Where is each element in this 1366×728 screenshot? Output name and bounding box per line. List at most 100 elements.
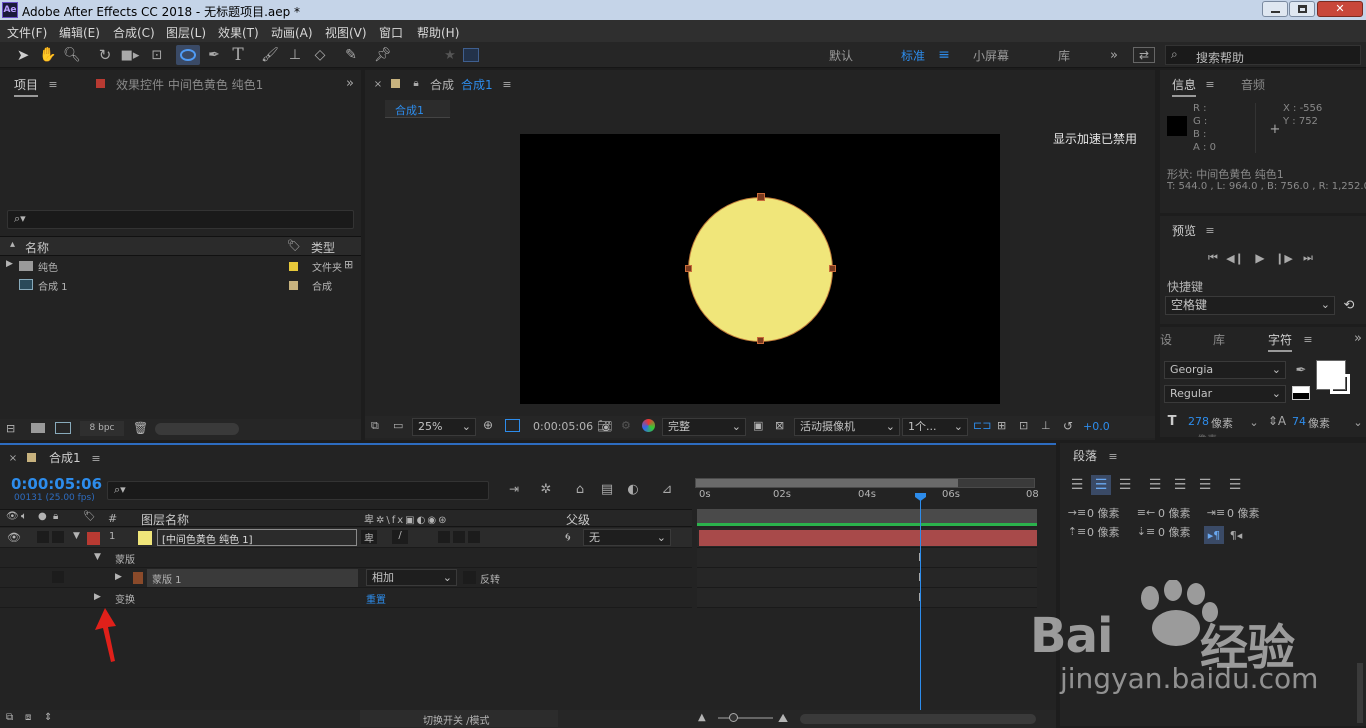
layer-duration-bar[interactable]: [699, 530, 1037, 546]
trash-icon[interactable]: 🗑︎: [133, 421, 148, 435]
audio-toggle[interactable]: [37, 531, 49, 543]
masks-group-row[interactable]: ▼ 蒙版: [0, 548, 692, 568]
first-line-indent-value[interactable]: 0 像素: [1227, 505, 1260, 521]
column-layer-name[interactable]: 图层名称: [141, 511, 189, 528]
font-size-value[interactable]: 278: [1188, 415, 1209, 428]
menu-effect[interactable]: 效果(T): [218, 24, 259, 41]
tab-preview[interactable]: 预览: [1172, 222, 1196, 239]
panel-menu-icon[interactable]: ≡: [90, 450, 102, 466]
transfer-controls-icon[interactable]: ⧈: [25, 712, 31, 723]
time-ruler[interactable]: 0s 02s 04s 06s 08: [695, 489, 1039, 509]
timeline-tab-label[interactable]: 合成1: [49, 449, 81, 466]
switch-slot[interactable]: [453, 531, 465, 543]
sync-settings-icon[interactable]: ⇄: [1133, 47, 1155, 63]
comp-flowchart-icon[interactable]: ⊡: [1019, 419, 1028, 432]
project-item-comp[interactable]: 合成 1 合成: [0, 276, 361, 295]
tab-paragraph[interactable]: 段落: [1073, 447, 1097, 464]
zoom-slider-thumb[interactable]: [729, 713, 738, 722]
justify-all-icon[interactable]: ☰: [1226, 477, 1244, 493]
zoom-out-icon[interactable]: ▲: [698, 712, 706, 723]
time-navigator[interactable]: [695, 478, 1035, 488]
new-composition-icon[interactable]: [55, 422, 71, 434]
tab-audio[interactable]: 音频: [1241, 76, 1265, 93]
play-icon[interactable]: ▶: [1252, 250, 1268, 266]
lock-icon[interactable]: 🔒︎: [410, 76, 422, 90]
collapse-arrow-icon[interactable]: ▼: [94, 552, 101, 562]
ellipse-tool-icon[interactable]: [176, 45, 200, 65]
tab-settings[interactable]: 设: [1160, 331, 1172, 348]
mask-color-swatch[interactable]: [133, 572, 143, 584]
maximize-button[interactable]: [1289, 1, 1315, 17]
camera-dropdown[interactable]: 活动摄像机 ⌄: [794, 418, 900, 436]
expand-arrow-icon[interactable]: ▶: [115, 572, 122, 582]
hide-shy-layers-icon[interactable]: ⌂: [571, 480, 589, 498]
toggle-mask-icon[interactable]: ▣: [753, 419, 763, 432]
camera-snapshot-icon[interactable]: 📷︎: [597, 419, 612, 433]
more-workspaces-icon[interactable]: »: [1106, 46, 1122, 64]
previous-frame-icon[interactable]: ◀❙: [1226, 250, 1244, 266]
search-help-field[interactable]: ⌕ 搜索帮助: [1165, 45, 1361, 65]
show-snapshot-icon[interactable]: ⚙: [621, 419, 631, 432]
close-tab-icon[interactable]: ×: [373, 78, 383, 90]
project-scrollbar[interactable]: [155, 423, 239, 435]
space-before-value[interactable]: 0 像素: [1087, 524, 1120, 540]
zoom-dropdown[interactable]: 25% ⌄: [412, 418, 476, 436]
project-search-field[interactable]: ⌕▾: [7, 210, 354, 229]
indent-right-value[interactable]: 0 像素: [1158, 505, 1191, 521]
flowchart-icon[interactable]: ⊞: [344, 258, 353, 271]
timeline-search-field[interactable]: ⌕▾: [107, 481, 489, 500]
project-item-folder[interactable]: ▶ 纯色 文件夹 ⊞: [0, 257, 361, 276]
mask-mode-dropdown[interactable]: 相加 ⌄: [366, 569, 457, 586]
transparency-grid-icon[interactable]: ⊠: [775, 419, 784, 432]
close-tab-icon[interactable]: ×: [8, 452, 18, 464]
justify-center-icon[interactable]: ☰: [1171, 477, 1189, 493]
composition-mini-flowchart-icon[interactable]: ⇥: [505, 480, 523, 498]
last-frame-icon[interactable]: ⏭: [1300, 250, 1316, 266]
workspace-small-screen[interactable]: 小屏幕: [973, 47, 1009, 64]
work-area-bar[interactable]: [697, 509, 1037, 523]
label-swatch[interactable]: [289, 281, 298, 290]
panel-menu-icon[interactable]: ≡: [501, 76, 513, 92]
collapse-arrow-icon[interactable]: ▼: [73, 531, 80, 541]
bpc-button[interactable]: 8 bpc: [80, 421, 124, 436]
comp-timecode[interactable]: 0:00:05:06: [533, 420, 593, 433]
justify-left-icon[interactable]: ☰: [1146, 477, 1164, 493]
label-swatch[interactable]: [289, 262, 298, 271]
camera-tool-icon[interactable]: ■▸: [120, 45, 140, 65]
chevron-down-icon[interactable]: ⌄: [1352, 415, 1364, 429]
solo-icon[interactable]: ●: [38, 511, 47, 522]
align-right-icon[interactable]: ☰: [1116, 477, 1134, 493]
transform-reset-link[interactable]: 重置: [366, 591, 386, 606]
navigator-range[interactable]: [696, 479, 958, 487]
text-tool-icon[interactable]: T: [229, 45, 247, 65]
video-visibility-icon[interactable]: 👁︎: [6, 511, 19, 522]
zoom-in-icon[interactable]: ⛰︎: [778, 711, 788, 726]
new-folder-icon[interactable]: [31, 423, 45, 433]
mask-row[interactable]: ▶ 蒙版 1 相加 ⌄ 反转: [0, 568, 692, 588]
menu-file[interactable]: 文件(F): [7, 24, 47, 41]
expand-arrow-icon[interactable]: ▶: [94, 592, 101, 602]
panel-menu-icon[interactable]: ≡: [1204, 222, 1216, 238]
workspace-default[interactable]: 默认: [829, 47, 853, 64]
column-type[interactable]: 类型: [311, 239, 335, 256]
timeline-scrollbar[interactable]: [800, 714, 1036, 724]
tab-effect-controls[interactable]: 效果控件 中间色黄色 纯色1: [116, 76, 263, 93]
parent-pickwhip-icon[interactable]: 🌀︎: [565, 530, 571, 545]
tab-character[interactable]: 字符: [1268, 331, 1293, 352]
pan-behind-tool-icon[interactable]: ⊡: [148, 45, 166, 65]
font-family-dropdown[interactable]: Georgia ⌄: [1164, 361, 1286, 379]
panel-menu-icon[interactable]: ≡: [1302, 331, 1314, 347]
fast-preview-icon[interactable]: ⊏⊐: [973, 419, 991, 432]
brush-tool-icon[interactable]: 🖌︎: [261, 45, 279, 65]
chevron-down-icon[interactable]: ⌄: [1248, 415, 1260, 429]
inverted-checkbox[interactable]: [463, 571, 476, 584]
timeline-icon[interactable]: ⊞: [997, 419, 1006, 432]
quality-dropdown[interactable]: 完整 ⌄: [662, 418, 746, 436]
indent-left-value[interactable]: 0 像素: [1087, 505, 1120, 521]
zoom-tool-icon[interactable]: 🔍︎: [63, 45, 81, 65]
panel-menu-icon[interactable]: ≡: [1107, 448, 1119, 464]
workspace-library[interactable]: 库: [1058, 47, 1070, 64]
resolution-icon[interactable]: ⊕: [483, 418, 493, 432]
justify-right-icon[interactable]: ☰: [1196, 477, 1214, 493]
first-frame-icon[interactable]: ⏮: [1205, 250, 1221, 266]
